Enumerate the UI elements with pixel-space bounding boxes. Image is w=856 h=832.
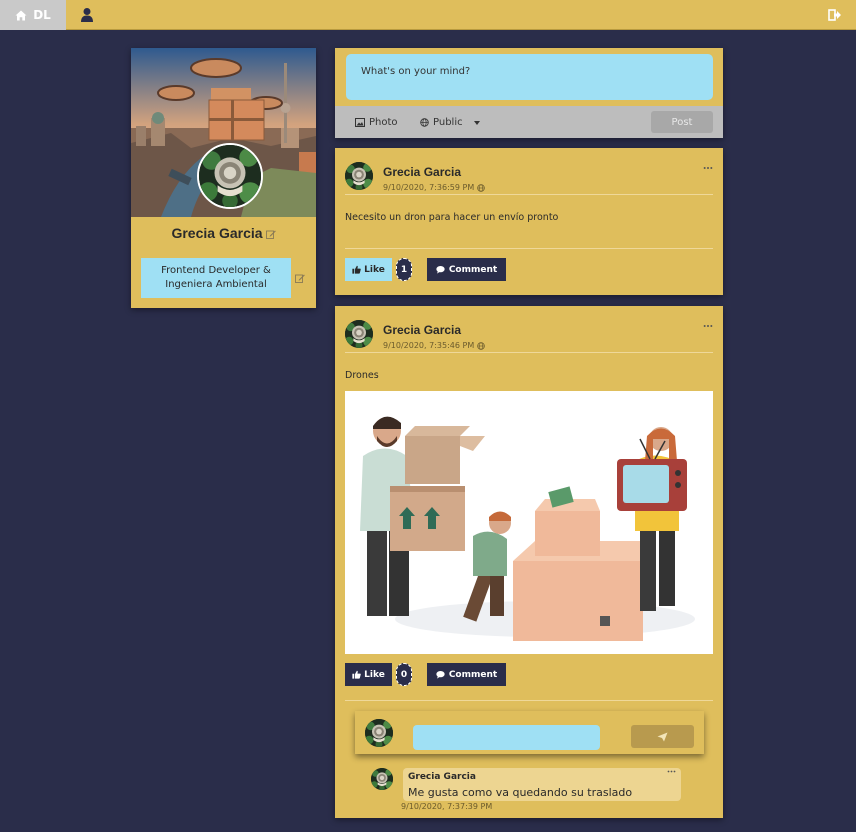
image-icon [355,118,365,127]
like-button[interactable]: Like [345,663,392,686]
profile-card: Grecia Garcia Frontend Developer & Ingen… [131,48,316,308]
comment-options-icon[interactable] [667,770,676,773]
edit-name-icon[interactable] [266,229,276,239]
comment-icon [436,670,445,679]
comment-icon [436,265,445,274]
post-author-avatar[interactable] [345,320,373,348]
post-timestamp: 9/10/2020, 7:36:59 PM [383,183,485,192]
profile-name: Grecia Garcia [131,225,316,241]
comment-button[interactable]: Comment [427,258,506,281]
post-timestamp-text: 9/10/2020, 7:35:46 PM [383,341,475,350]
globe-icon [477,184,485,192]
send-comment-button[interactable] [631,725,694,748]
post-card: Grecia Garcia 9/10/2020, 7:36:59 PM Nece… [335,148,723,295]
photo-button[interactable]: Photo [355,117,398,128]
caret-down-icon[interactable] [474,121,480,125]
comment-author-name[interactable]: Grecia Garcia [408,772,476,782]
post-author-name[interactable]: Grecia Garcia [383,323,461,337]
post-composer: What's on your mind? Photo Public Post [335,48,723,138]
profile-avatar[interactable] [197,143,263,209]
home-icon [15,10,27,20]
post-text: Drones [345,370,379,381]
send-icon [657,732,668,741]
home-button[interactable]: DL [0,0,66,30]
composer-toolbar: Photo Public Post [335,106,723,138]
status-input[interactable]: What's on your mind? [346,54,713,100]
visibility-label: Public [433,117,463,128]
brand-label: DL [33,8,51,22]
post-author-name[interactable]: Grecia Garcia [383,165,461,179]
comment-text: Me gusta como va quedando su traslado [408,786,633,799]
globe-icon [477,342,485,350]
comment-item: Grecia Garcia Me gusta como va quedando … [371,766,711,816]
comment-composer-avatar [365,719,393,747]
post-author-avatar[interactable] [345,162,373,190]
like-button[interactable]: Like [345,258,392,281]
comment-input[interactable] [413,725,600,750]
comment-composer [355,711,704,754]
thumbs-up-icon [352,670,361,679]
comment-author-avatar[interactable] [371,768,393,790]
visibility-select[interactable]: Public [420,117,463,128]
thumbs-up-icon [352,265,361,274]
like-label: Like [364,264,385,275]
post-text: Necesito un dron para hacer un envío pro… [345,212,559,223]
comment-button[interactable]: Comment [427,663,506,686]
top-navbar: DL [0,0,856,30]
like-count-badge: 1 [396,258,412,281]
profile-bio: Frontend Developer & Ingeniera Ambiental [141,258,291,298]
post-options-icon[interactable] [703,166,713,170]
comment-bubble: Grecia Garcia Me gusta como va quedando … [403,768,681,801]
divider [345,352,713,353]
edit-bio-icon[interactable] [295,273,305,283]
post-card: Grecia Garcia 9/10/2020, 7:35:46 PM Dron… [335,306,723,818]
post-timestamp-text: 9/10/2020, 7:36:59 PM [383,183,475,192]
user-icon[interactable] [79,7,95,23]
post-button[interactable]: Post [651,111,713,133]
logout-icon[interactable] [828,8,842,22]
comment-timestamp: 9/10/2020, 7:37:39 PM [401,802,493,811]
post-image[interactable] [345,391,713,654]
comment-label: Comment [448,264,498,275]
comment-label: Comment [448,669,498,680]
photo-label: Photo [369,117,398,128]
divider [345,248,713,249]
post-options-icon[interactable] [703,324,713,328]
post-timestamp: 9/10/2020, 7:35:46 PM [383,341,485,350]
like-label: Like [364,669,385,680]
divider [345,194,713,195]
profile-name-text: Grecia Garcia [171,225,263,241]
like-count-badge: 0 [396,663,412,686]
globe-icon [420,118,429,127]
divider [345,700,713,701]
